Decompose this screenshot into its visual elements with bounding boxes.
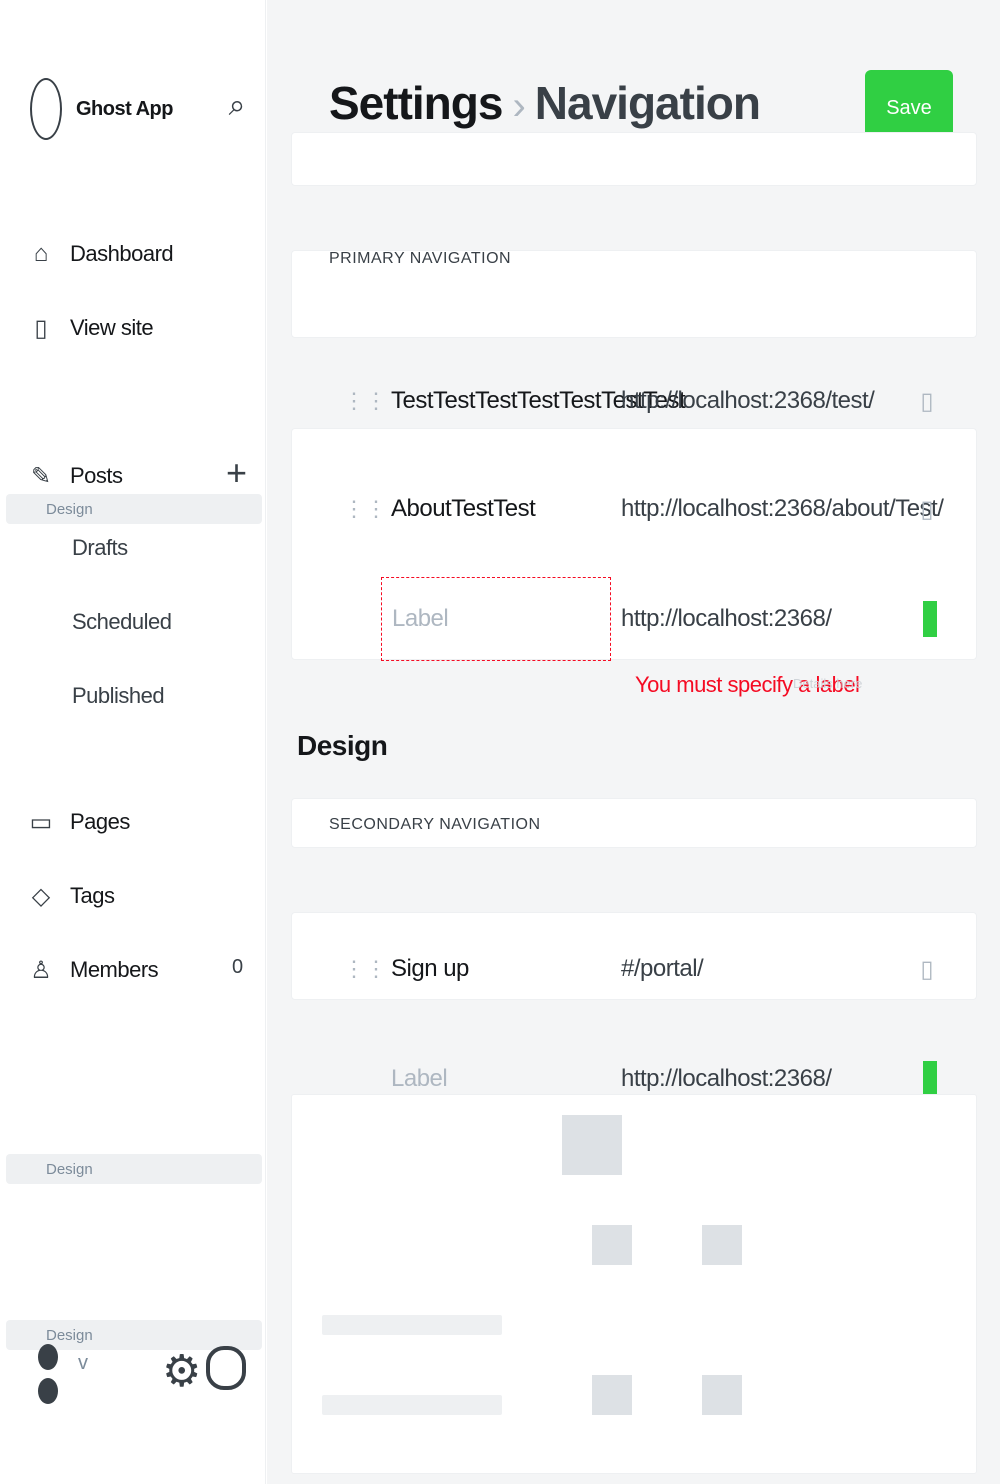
avatar-icon	[38, 1378, 58, 1404]
sidebar-item-label: Members	[70, 957, 159, 982]
drag-handle-icon[interactable]: ⋮⋮	[343, 956, 387, 982]
gear-icon[interactable]: ⚙	[162, 1346, 201, 1397]
faint-caption: Details here	[793, 676, 863, 691]
design-section-title: Design	[297, 730, 388, 761]
drag-handle-icon[interactable]: ⋮⋮	[343, 388, 387, 414]
trash-icon[interactable]: ▯	[915, 387, 939, 416]
nav-label-field[interactable]: Sign up	[381, 939, 611, 999]
new-post-plus-icon[interactable]: +	[226, 452, 247, 494]
main-content: Settings › Navigation Save PRIMARY NAVIG…	[267, 0, 1000, 1484]
search-icon[interactable]: ⌕	[224, 88, 250, 124]
sidebar-subitem-drafts[interactable]: Drafts	[72, 530, 128, 566]
sidebar-item-members[interactable]: ♙ Members	[30, 950, 158, 990]
secondary-nav-row: ⋮⋮ Sign up #/portal/ ▯	[291, 936, 977, 1002]
trash-icon[interactable]: ▯	[915, 955, 939, 984]
page-icon: ▭	[29, 808, 53, 836]
brand-name: Ghost App	[76, 97, 173, 120]
nav-label-field[interactable]: AboutTestTest	[381, 479, 611, 539]
brand[interactable]: Ghost App	[30, 78, 173, 140]
primary-nav-new-row: ⋮⋮ Label http://localhost:2368/	[291, 577, 977, 661]
nav-url-field[interactable]: http://localhost:2368/test/	[611, 371, 907, 431]
sidebar-item-pages[interactable]: ▭ Pages	[29, 802, 131, 842]
house-icon: ⌂	[33, 240, 49, 267]
nav-url-field[interactable]: http://localhost:2368/about/Test/	[611, 479, 944, 539]
avatar-icon	[38, 1344, 58, 1370]
breadcrumb-parent[interactable]: Settings	[329, 76, 503, 130]
sidebar-subitem-published[interactable]: Published	[72, 678, 165, 714]
ghost-logo-icon	[30, 78, 62, 140]
nav-url-field[interactable]: #/portal/	[611, 939, 907, 999]
new-nav-label-input[interactable]: Label	[381, 577, 611, 661]
user-avatar[interactable]	[38, 1344, 58, 1404]
browser-icon: ▯	[34, 314, 48, 342]
sidebar-item-tags[interactable]: ◇ Tags	[30, 876, 115, 916]
theme-preview	[291, 1094, 977, 1474]
sidebar-item-dashboard[interactable]: ⌂ Dashboard	[30, 234, 174, 274]
sidebar-subitem-scheduled[interactable]: Scheduled	[72, 604, 172, 640]
drag-handle-icon[interactable]: ⋮⋮	[343, 496, 387, 522]
preview-image	[702, 1375, 742, 1415]
new-nav-url-input[interactable]: http://localhost:2368/	[611, 589, 907, 649]
sidebar-item-label: Dashboard	[70, 241, 174, 266]
nav-label-field[interactable]: TestTestTestTestTestTestTest	[381, 371, 686, 431]
preview-image	[702, 1225, 742, 1265]
sidebar-highlight: Design	[6, 494, 262, 524]
sidebar-item-label: Pages	[70, 809, 130, 834]
sidebar-highlight: Design	[6, 1154, 262, 1184]
people-icon: ♙	[30, 956, 52, 984]
sidebar-subitem-label: Drafts	[72, 535, 128, 560]
settings-header-card	[291, 132, 977, 186]
sidebar-subitem-label: Published	[72, 683, 165, 708]
dark-mode-toggle[interactable]	[206, 1346, 246, 1390]
trash-icon[interactable]: ▯	[915, 495, 939, 524]
pencil-square-icon: ✎	[30, 462, 52, 490]
primary-nav-row: ⋮⋮ TestTestTestTestTestTestTest http://l…	[291, 368, 977, 434]
preview-bar	[322, 1395, 502, 1415]
preview-image	[592, 1225, 632, 1265]
sidebar-subitem-label: Scheduled	[72, 609, 172, 634]
primary-nav-row: ⋮⋮ AboutTestTest http://localhost:2368/a…	[291, 476, 977, 542]
secondary-navigation-title: SECONDARY NAVIGATION	[329, 816, 541, 833]
footer-version: v	[78, 1352, 88, 1374]
sidebar: Ghost App ⌕ ⌂ Dashboard ▯ View site ✎ Po…	[0, 0, 266, 1484]
preview-image	[592, 1375, 632, 1415]
breadcrumb-current: Navigation	[534, 77, 761, 129]
preview-image	[562, 1115, 622, 1175]
sidebar-item-view-site[interactable]: ▯ View site	[30, 308, 153, 348]
preview-bar	[322, 1315, 502, 1335]
add-nav-item-button[interactable]	[923, 1061, 937, 1097]
add-nav-item-button[interactable]	[923, 601, 937, 637]
sidebar-item-posts[interactable]: ✎ Posts	[30, 456, 123, 496]
sidebar-item-label: Posts	[70, 463, 123, 488]
page-title: Settings › Navigation	[329, 76, 761, 130]
primary-navigation-title: PRIMARY NAVIGATION	[329, 250, 512, 267]
members-count: 0	[232, 956, 244, 978]
sidebar-item-label: Tags	[70, 883, 115, 908]
breadcrumb-separator: ›	[512, 84, 525, 128]
tag-icon: ◇	[31, 882, 51, 910]
sidebar-item-label: View site	[70, 315, 154, 340]
